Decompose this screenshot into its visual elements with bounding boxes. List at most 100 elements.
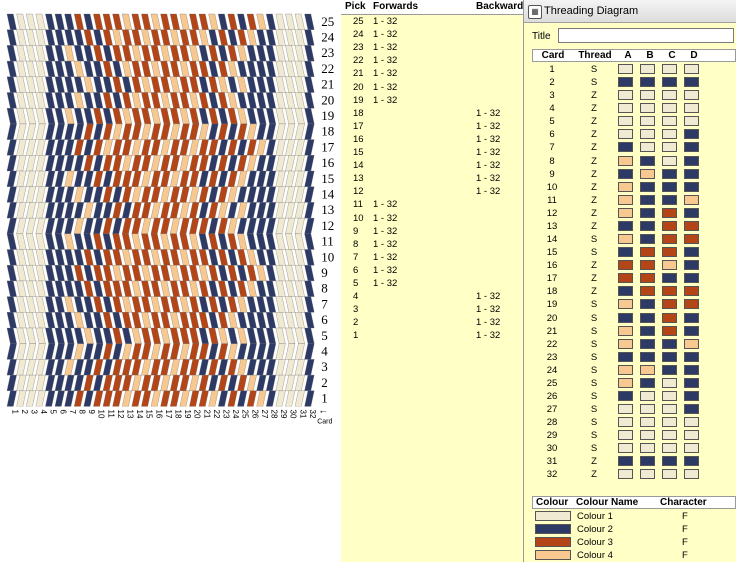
threading-row[interactable]: 18 Z [532,285,736,298]
hole-c-colour[interactable] [662,260,677,271]
thread-direction[interactable]: S [572,365,616,376]
hole-d-colour[interactable] [684,286,699,297]
thread-direction[interactable]: S [572,339,616,350]
thread-direction[interactable]: Z [572,103,616,114]
hole-d-colour[interactable] [684,142,699,153]
hole-c-colour[interactable] [662,155,677,166]
hole-a-colour[interactable] [618,325,633,336]
thread-direction[interactable]: S [572,234,616,245]
hole-b-colour[interactable] [640,377,655,388]
title-input[interactable] [558,28,734,43]
pick-row[interactable]: 23 1 - 32 [341,42,523,55]
colour-row[interactable]: Colour 1 F [532,510,736,523]
hole-a-colour[interactable] [618,469,633,480]
hole-a-colour[interactable] [618,273,633,284]
hole-b-colour[interactable] [640,181,655,192]
thread-direction[interactable]: S [572,404,616,415]
hole-b-colour[interactable] [640,116,655,127]
backwards-column-header[interactable]: Backward [476,1,523,12]
hole-c-colour[interactable] [662,325,677,336]
threading-row[interactable]: 28 S [532,416,736,429]
hole-d-colour[interactable] [684,391,699,401]
hole-b-colour[interactable] [640,234,655,245]
hole-b-colour[interactable] [640,103,655,114]
colour-row[interactable]: Colour 4 F [532,549,736,562]
hole-d-colour[interactable] [684,103,699,114]
hole-d-colour[interactable] [684,116,699,127]
hole-b-colour[interactable] [640,142,655,153]
hole-c-colour[interactable] [662,103,677,114]
thread-direction[interactable]: S [572,443,616,454]
hole-a-colour[interactable] [618,312,633,323]
hole-a-colour[interactable] [618,391,633,401]
hole-c-colour[interactable] [662,299,677,310]
pick-row[interactable]: 20 1 - 32 [341,82,523,95]
thread-direction[interactable]: Z [572,208,616,219]
hole-b-colour[interactable] [640,456,655,467]
thread-direction[interactable]: Z [572,129,616,140]
hole-a-colour[interactable] [618,168,633,179]
thread-direction[interactable]: Z [572,195,616,206]
hole-d-colour[interactable] [684,312,699,323]
hole-d-colour[interactable] [684,168,699,179]
hole-a-colour[interactable] [618,456,633,467]
hole-b-colour[interactable] [640,286,655,297]
hole-a-colour[interactable] [618,430,633,441]
threading-row[interactable]: 17 Z [532,272,736,285]
thread-direction[interactable]: S [572,313,616,324]
hole-c-colour[interactable] [662,338,677,349]
hole-d-colour[interactable] [684,64,699,74]
colour-name-column-header[interactable]: Colour Name [576,497,638,508]
hole-c-colour[interactable] [662,286,677,297]
thread-direction[interactable]: S [572,326,616,337]
colour-row[interactable]: Colour 3 F [532,536,736,549]
pick-row[interactable]: 8 1 - 32 [341,239,523,252]
hole-c-colour[interactable] [662,312,677,323]
pick-row[interactable]: 9 1 - 32 [341,226,523,239]
hole-d-colour[interactable] [684,456,699,467]
hole-a-colour[interactable] [618,129,633,140]
pick-row[interactable]: 3 1 - 32 [341,304,523,317]
hole-c-colour[interactable] [662,273,677,284]
hole-b-colour[interactable] [640,207,655,218]
hole-b-colour[interactable] [640,430,655,441]
hole-d-colour[interactable] [684,443,699,454]
hole-d-colour[interactable] [684,273,699,284]
hole-c-colour[interactable] [662,417,677,428]
threading-row[interactable]: 11 Z [532,194,736,207]
hole-b-colour[interactable] [640,417,655,428]
hole-d-colour[interactable] [684,404,699,415]
hole-b-colour[interactable] [640,273,655,284]
pick-column-header[interactable]: Pick [345,1,366,12]
colour-swatch[interactable] [535,511,571,521]
hole-a-colour[interactable] [618,90,633,101]
threading-row[interactable]: 31 Z [532,455,736,468]
thread-direction[interactable]: S [572,299,616,310]
hole-b-colour[interactable] [640,90,655,101]
hole-a-colour[interactable] [618,338,633,349]
hole-d-colour[interactable] [684,299,699,310]
pick-row[interactable]: 25 1 - 32 [341,16,523,29]
hole-b-colour[interactable] [640,299,655,310]
hole-a-colour[interactable] [618,64,633,74]
hole-c-colour[interactable] [662,77,677,88]
hole-c-colour[interactable] [662,116,677,127]
hole-a-colour[interactable] [618,194,633,205]
threading-row[interactable]: 24 S [532,364,736,377]
thread-direction[interactable]: Z [572,221,616,232]
hole-c-colour[interactable] [662,469,677,480]
hole-b-colour[interactable] [640,364,655,375]
hole-c-colour[interactable] [662,377,677,388]
pick-row[interactable]: 10 1 - 32 [341,213,523,226]
threading-row[interactable]: 14 S [532,233,736,246]
thread-direction[interactable]: Z [572,456,616,467]
thread-direction[interactable]: Z [572,182,616,193]
hole-a-colour[interactable] [618,351,633,362]
hole-d-colour[interactable] [684,129,699,140]
hole-d-colour[interactable] [684,469,699,480]
threading-row[interactable]: 6Z [532,128,736,141]
thread-direction[interactable]: Z [572,156,616,167]
hole-b-colour[interactable] [640,443,655,454]
colour-swatch[interactable] [535,550,571,560]
thread-direction[interactable]: Z [572,273,616,284]
